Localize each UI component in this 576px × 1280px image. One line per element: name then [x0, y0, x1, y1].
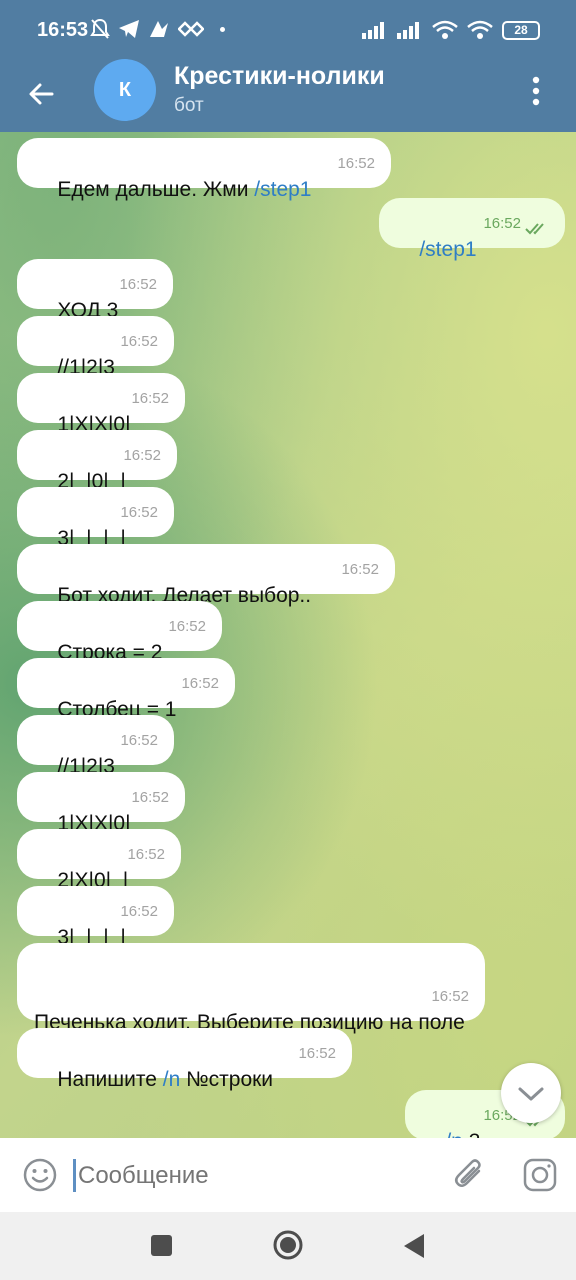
message-bubble[interactable]: 2|X|0|_| 16:52 [17, 829, 181, 892]
battery-icon: 28 [502, 20, 540, 40]
message-time: 16:52 [181, 675, 219, 692]
avatar[interactable]: К [94, 59, 156, 121]
message-time: 16:52 [337, 155, 375, 172]
message-time: 16:52 [127, 846, 165, 863]
chat-title[interactable]: Крестики-нолики [174, 62, 385, 91]
message-bubble[interactable]: //1|2|3 16:52 [17, 316, 174, 379]
message-input[interactable] [78, 1160, 398, 1192]
message-bubble[interactable]: Столбец = 1 16:52 [17, 658, 235, 721]
status-time: 16:53 [37, 19, 89, 41]
chat-subtitle: бот [174, 95, 204, 116]
emoji-icon[interactable] [22, 1157, 58, 1193]
back-arrow-icon[interactable] [22, 74, 62, 114]
message-time: 16:52 [120, 333, 158, 350]
chat-header: К Крестики-нолики бот [0, 59, 576, 132]
message-time: 16:52 [131, 789, 169, 806]
message-time: 16:52 [123, 447, 161, 464]
recents-button[interactable] [151, 1235, 172, 1256]
message-bubble[interactable]: //1|2|3 16:52 [17, 715, 174, 778]
message-time: 16:52 [120, 504, 158, 521]
wifi-icon [432, 20, 458, 39]
message-time: 16:52 [120, 732, 158, 749]
wifi-icon-2 [467, 20, 493, 39]
home-button[interactable] [272, 1229, 304, 1261]
message-time: 16:52 [168, 618, 206, 635]
attach-icon[interactable] [452, 1156, 490, 1194]
signal-icon-2 [397, 22, 419, 39]
menu-dots-icon[interactable] [518, 72, 554, 112]
message-bubble-outgoing[interactable]: /step1 16:52 [379, 198, 565, 261]
command-link[interactable]: /step1 [419, 238, 476, 261]
message-bubble[interactable]: ХОД 3 16:52 [17, 259, 173, 322]
message-bubble[interactable]: Напишите /n №строки 16:52 [17, 1028, 352, 1091]
vpn-icon [178, 21, 204, 37]
message-time: 16:52 [341, 561, 379, 578]
command-link[interactable]: /step1 [254, 178, 311, 201]
message-text: Едем дальше. Жми /step1 [57, 178, 312, 201]
message-time: 16:52 [119, 276, 157, 293]
message-bubble[interactable]: Бот ходит. Делает выбор.. 16:52 [17, 544, 395, 607]
message-bubble[interactable]: 2|_|0|_| 16:52 [17, 430, 177, 493]
command-link[interactable]: /n [163, 1068, 181, 1091]
message-time: 16:52 [483, 215, 521, 232]
chevron-down-icon [518, 1087, 544, 1101]
signal-icon [362, 22, 384, 39]
message-text: /n 3 [445, 1130, 480, 1138]
message-bubble[interactable]: 3|_|_|_| 16:52 [17, 886, 174, 949]
nav-back-button[interactable] [402, 1232, 426, 1260]
message-time: 16:52 [431, 988, 469, 1005]
status-bar: 16:53 28 [0, 0, 576, 62]
text-cursor [73, 1159, 76, 1192]
message-time: 16:52 [131, 390, 169, 407]
camera-icon[interactable] [522, 1157, 558, 1193]
notification-icons [90, 18, 225, 40]
message-time: 16:52 [298, 1045, 336, 1062]
message-time: 16:52 [120, 903, 158, 920]
message-bubble[interactable]: Строка = 2 16:52 [17, 601, 222, 664]
command-link[interactable]: /n [445, 1130, 463, 1138]
chat-area[interactable]: Едем дальше. Жми /step1 16:52 /step1 16:… [0, 132, 576, 1138]
message-bubble[interactable]: Едем дальше. Жми /step1 16:52 [17, 138, 391, 201]
dot-icon [220, 26, 225, 32]
message-bubble[interactable]: 3|_|_|_| 16:52 [17, 487, 174, 550]
message-text: Напишите /n №строки [57, 1068, 274, 1091]
message-bubble[interactable]: 1|X|X|0| 16:52 [17, 373, 185, 436]
scroll-down-button[interactable] [501, 1063, 561, 1123]
telegram-icon [119, 20, 139, 38]
double-check-icon [525, 223, 544, 235]
system-icons: 28 [362, 20, 540, 40]
composer [0, 1138, 576, 1212]
bell-muted-icon [90, 18, 110, 39]
system-nav-bar [0, 1212, 576, 1280]
message-bubble[interactable]: 1|X|X|0| 16:52 [17, 772, 185, 835]
app-icon [150, 21, 168, 37]
message-bubble[interactable]: Печенька ходит. Выберите позицию на поле… [17, 943, 485, 1034]
